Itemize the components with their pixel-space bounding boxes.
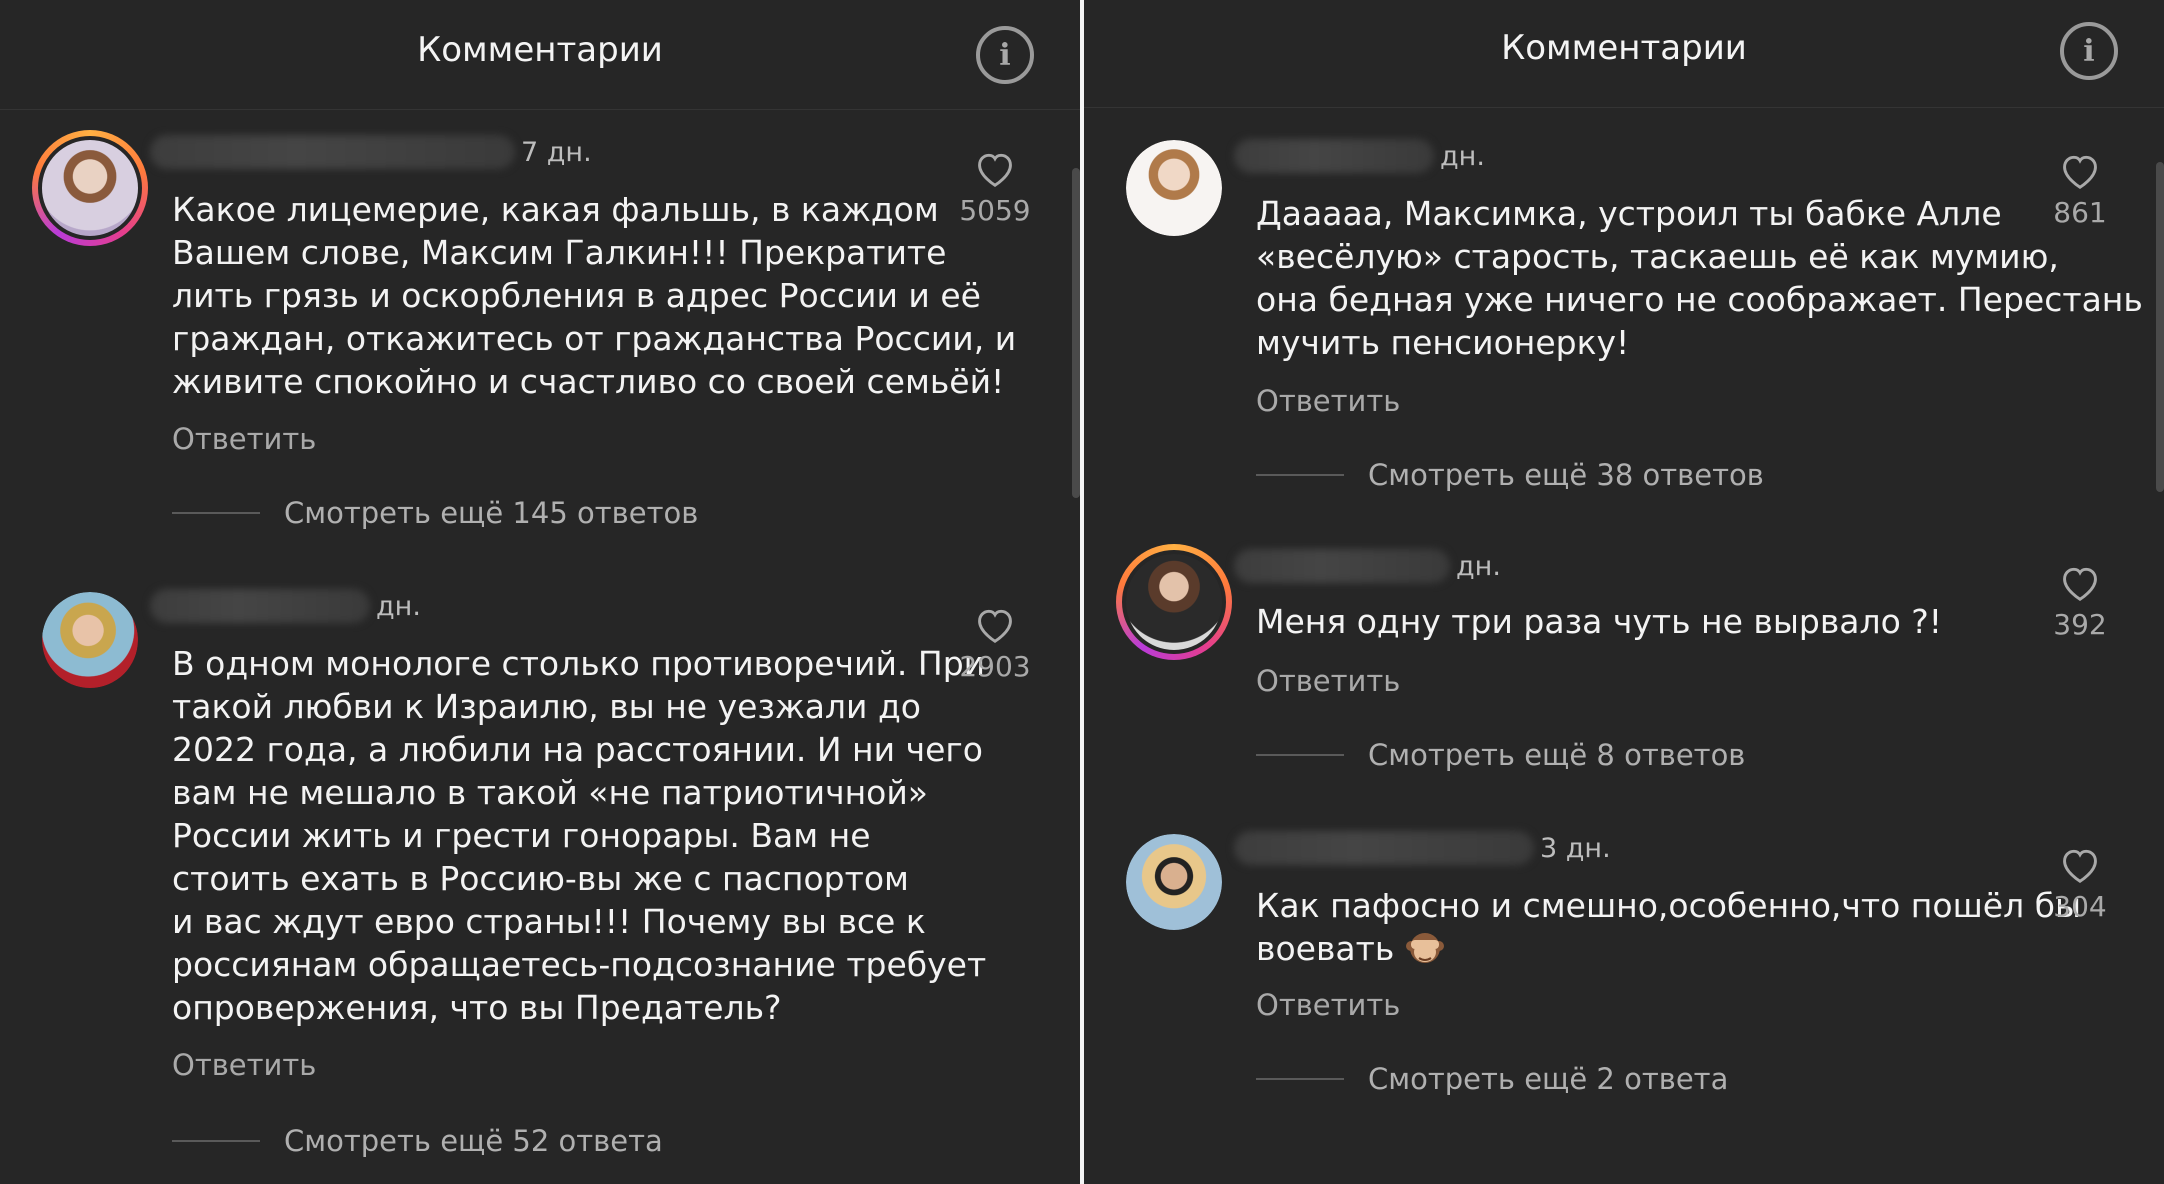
- reply-button[interactable]: Ответить: [1256, 664, 1400, 698]
- comments-panel-left: Комментарии i 7 дн. Какое лицемерие, как…: [0, 0, 1080, 1184]
- comment-text: Меня одну три раза чуть не вырвало ?!: [1256, 602, 1943, 641]
- like-button[interactable]: 861: [2030, 150, 2130, 229]
- view-replies-label: Смотреть ещё 2 ответа: [1368, 1062, 1729, 1096]
- heart-icon: [978, 609, 1012, 643]
- comment-meta: дн.: [150, 584, 421, 628]
- comments-panel-right: Комментарии i дн. Дааааа, Максимка, устр…: [1084, 0, 2164, 1184]
- heart-icon: [2063, 155, 2097, 189]
- comment-text: В одном монологе столько противоречий. П…: [172, 644, 987, 1027]
- comment-time: дн.: [376, 590, 421, 622]
- comment-meta: 7 дн.: [150, 130, 592, 174]
- username-redacted[interactable]: [1234, 549, 1450, 583]
- replies-divider: [1256, 1078, 1344, 1080]
- reply-button[interactable]: Ответить: [172, 422, 316, 456]
- view-replies-button[interactable]: Смотреть ещё 2 ответа: [1256, 1062, 1728, 1096]
- screenshot-collage: Комментарии i 7 дн. Какое лицемерие, как…: [0, 0, 2164, 1184]
- heart-icon: [2063, 567, 2097, 601]
- username-redacted[interactable]: [150, 135, 515, 169]
- like-button[interactable]: 2903: [945, 604, 1045, 683]
- replies-divider: [172, 1140, 260, 1142]
- like-count: 304: [2053, 890, 2107, 923]
- avatar[interactable]: [1126, 140, 1222, 236]
- info-icon[interactable]: i: [2060, 22, 2118, 80]
- comment-time: 3 дн.: [1540, 832, 1611, 864]
- view-replies-label: Смотреть ещё 38 ответов: [1368, 458, 1764, 492]
- comment-time: дн.: [1456, 550, 1501, 582]
- like-count: 5059: [959, 194, 1031, 227]
- like-button[interactable]: 392: [2030, 562, 2130, 641]
- comments-header: Комментарии i: [1084, 0, 2164, 108]
- comment-meta: 3 дн.: [1234, 826, 1611, 870]
- view-replies-label: Смотреть ещё 145 ответов: [284, 496, 699, 530]
- like-count: 861: [2053, 196, 2107, 229]
- comment-text-body: Как пафосно и смешно,особенно,что пошёл …: [1256, 886, 2082, 968]
- avatar[interactable]: [32, 130, 148, 246]
- comment-time: дн.: [1440, 140, 1485, 172]
- avatar[interactable]: [1116, 544, 1232, 660]
- view-replies-button[interactable]: Смотреть ещё 145 ответов: [172, 496, 698, 530]
- comment-text: Как пафосно и смешно,особенно,что пошёл …: [1256, 884, 2081, 970]
- view-replies-button[interactable]: Смотреть ещё 8 ответов: [1256, 738, 1745, 772]
- comment-meta: дн.: [1234, 134, 1485, 178]
- reply-button[interactable]: Ответить: [172, 1048, 316, 1082]
- view-replies-button[interactable]: Смотреть ещё 38 ответов: [1256, 458, 1764, 492]
- info-icon[interactable]: i: [976, 26, 1034, 84]
- heart-icon: [2063, 849, 2097, 883]
- reply-button[interactable]: Ответить: [1256, 384, 1400, 418]
- see-no-evil-monkey-icon: [1405, 933, 1444, 963]
- view-replies-button[interactable]: Смотреть ещё 52 ответа: [172, 1124, 663, 1158]
- avatar[interactable]: [1126, 834, 1222, 930]
- comment-text: Какое лицемерие, какая фальшь, в каждом …: [172, 190, 1017, 401]
- username-redacted[interactable]: [1234, 831, 1534, 865]
- comment-text: Дааааа, Максимка, устроил ты бабке Алле …: [1256, 194, 2143, 362]
- replies-divider: [172, 512, 260, 514]
- like-count: 2903: [959, 650, 1031, 683]
- comments-header: Комментарии i: [0, 0, 1080, 110]
- like-button[interactable]: 304: [2030, 844, 2130, 923]
- reply-button[interactable]: Ответить: [1256, 988, 1400, 1022]
- avatar[interactable]: [42, 592, 138, 688]
- username-redacted[interactable]: [150, 589, 370, 623]
- header-title: Комментарии: [417, 30, 663, 70]
- view-replies-label: Смотреть ещё 52 ответа: [284, 1124, 663, 1158]
- comment-time: 7 дн.: [521, 136, 592, 168]
- comment-meta: дн.: [1234, 544, 1501, 588]
- replies-divider: [1256, 754, 1344, 756]
- like-count: 392: [2053, 608, 2107, 641]
- like-button[interactable]: 5059: [945, 148, 1045, 227]
- scrollbar[interactable]: [2156, 162, 2164, 492]
- view-replies-label: Смотреть ещё 8 ответов: [1368, 738, 1746, 772]
- username-redacted[interactable]: [1234, 139, 1434, 173]
- scrollbar[interactable]: [1072, 168, 1080, 498]
- heart-icon: [978, 153, 1012, 187]
- replies-divider: [1256, 474, 1344, 476]
- header-title: Комментарии: [1501, 28, 1747, 68]
